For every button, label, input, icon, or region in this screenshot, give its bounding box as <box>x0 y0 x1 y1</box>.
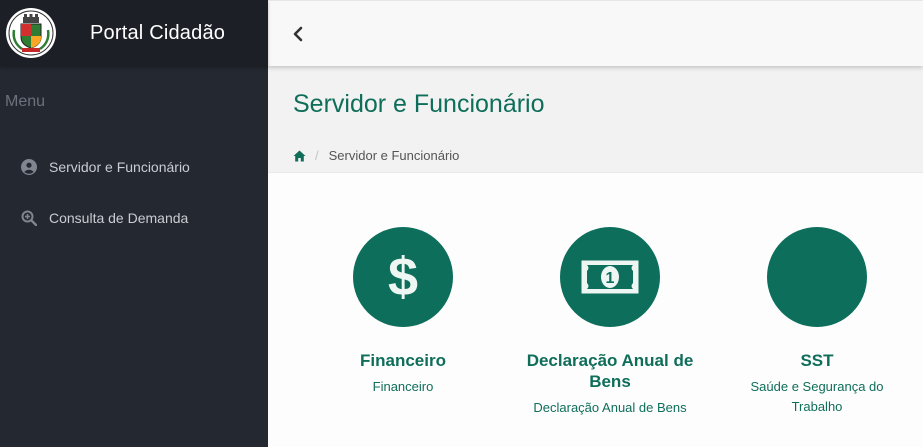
app-root: Portal Cidadão Menu Servidor e Funcionár… <box>0 0 923 447</box>
brand-header: Portal Cidadão <box>0 0 268 66</box>
svg-text:$: $ <box>388 247 418 307</box>
city-logo[interactable] <box>6 8 56 58</box>
dollar-icon: $ <box>388 247 418 307</box>
top-bar <box>268 0 923 66</box>
menu-header: Menu <box>5 93 46 110</box>
breadcrumb: / Servidor e Funcionário <box>293 148 459 163</box>
card-description: Saúde e Segurança do Trabalho <box>750 379 884 414</box>
city-crest-icon <box>8 10 54 56</box>
card-title: Declaração Anual de Bens <box>526 351 694 391</box>
sidebar-item-consulta-demanda[interactable]: Consulta de Demanda <box>0 206 268 230</box>
user-circle-icon <box>20 159 37 176</box>
search-plus-icon <box>20 210 37 227</box>
card-declaracao-anual-de-bens[interactable]: 1 Declaração Anual de Bens Declaração An… <box>520 227 700 418</box>
breadcrumb-home-link[interactable] <box>293 150 306 162</box>
card-title: SST <box>800 351 834 370</box>
home-icon <box>293 150 306 161</box>
card-sst[interactable]: SST Saúde e Segurança do Trabalho <box>727 227 907 417</box>
sidebar-item-servidor[interactable]: Servidor e Funcionário <box>0 155 268 179</box>
card-icon-circle[interactable]: 1 <box>560 227 660 327</box>
sidebar: Portal Cidadão Menu Servidor e Funcionár… <box>0 0 268 447</box>
card-title: Financeiro <box>360 351 446 370</box>
sidebar-item-label: Servidor e Funcionário <box>49 159 190 175</box>
breadcrumb-current: Servidor e Funcionário <box>328 148 460 163</box>
card-icon-circle[interactable]: $ <box>353 227 453 327</box>
card-description: Declaração Anual de Bens <box>533 400 687 415</box>
service-cards: $ Financeiro Financeiro 1 Declaração Anu… <box>268 173 923 447</box>
money-bill-icon: 1 <box>581 260 639 294</box>
svg-text:1: 1 <box>606 270 615 287</box>
card-financeiro[interactable]: $ Financeiro Financeiro <box>313 227 493 397</box>
main-content: Servidor e Funcionário / Servidor e Func… <box>268 0 923 447</box>
app-title: Portal Cidadão <box>90 21 226 44</box>
card-description: Financeiro <box>372 379 434 394</box>
breadcrumb-separator: / <box>315 148 319 163</box>
page-header: Servidor e Funcionário / Servidor e Func… <box>268 66 923 173</box>
sidebar-toggle-button[interactable] <box>288 24 308 44</box>
card-icon-circle[interactable] <box>767 227 867 327</box>
page-title: Servidor e Funcionário <box>293 90 545 118</box>
sidebar-item-label: Consulta de Demanda <box>49 210 189 226</box>
chevron-left-icon <box>293 26 303 41</box>
